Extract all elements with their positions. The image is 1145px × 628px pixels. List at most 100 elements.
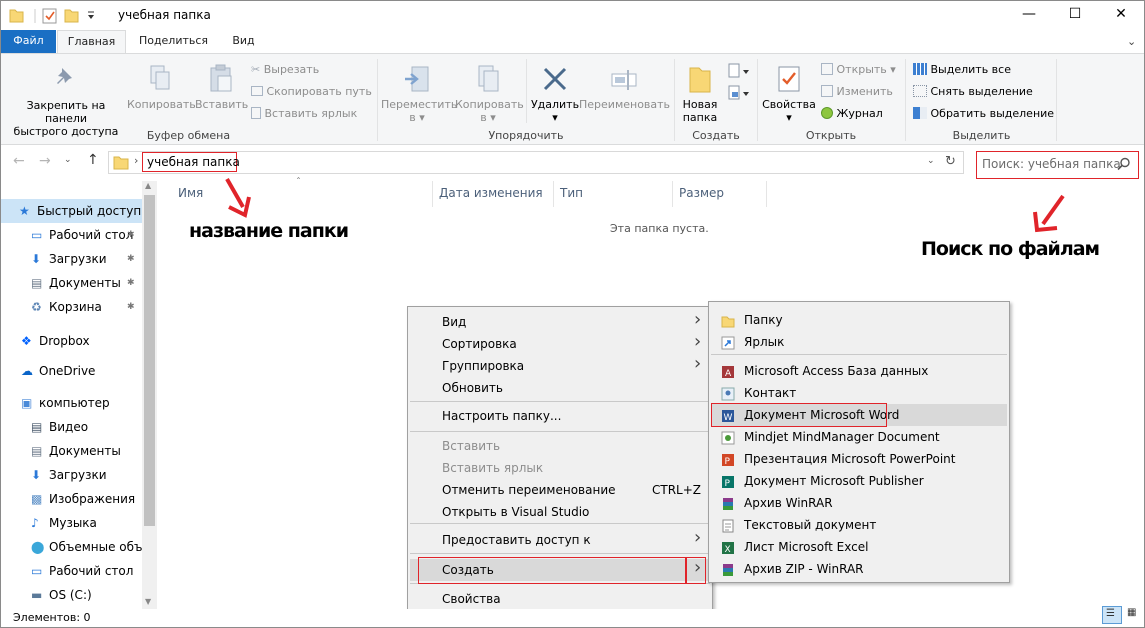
create-menu-item[interactable]: Контакт	[711, 382, 1007, 404]
context-menu-item[interactable]: Отменить переименование CTRL+Z	[410, 479, 710, 501]
select-all-button[interactable]: Выделить все	[913, 63, 1011, 77]
new-item-button[interactable]	[727, 62, 751, 83]
create-menu-item[interactable]: P Презентация Microsoft PowerPoint	[711, 448, 1007, 470]
column-separator[interactable]	[766, 181, 767, 207]
easy-access-button[interactable]	[727, 84, 751, 105]
maximize-button[interactable]: ☐	[1052, 1, 1098, 30]
copy-path-button[interactable]: Скопировать путь	[251, 85, 372, 99]
context-menu-item[interactable]: Вид ›	[410, 309, 710, 333]
ribbon-expand-icon[interactable]: ⌄	[1127, 35, 1136, 48]
sidebar-item[interactable]: ▤ Видео	[1, 415, 142, 439]
properties-button[interactable]: Свойства ▾	[761, 64, 817, 124]
tab-file[interactable]: Файл	[1, 30, 56, 53]
large-icons-view-button[interactable]: ▦	[1124, 606, 1142, 624]
sidebar-item[interactable]: ▭ Рабочий стол ✱	[1, 223, 142, 247]
context-menu-item[interactable]: Открыть в Visual Studio	[410, 501, 710, 523]
address-dropdown-icon[interactable]: ⌄	[927, 156, 935, 166]
create-menu-item[interactable]: Архив ZIP - WinRAR	[711, 558, 1007, 580]
sidebar-item[interactable]: ▩ Изображения	[1, 487, 142, 511]
breadcrumb-current[interactable]: учебная папка	[147, 155, 240, 169]
new-folder-icon	[689, 67, 711, 93]
sidebar-item[interactable]: ♻ Корзина ✱	[1, 295, 142, 319]
context-menu-item[interactable]: Настроить папку...	[410, 405, 710, 427]
column-name[interactable]: Имя	[178, 186, 203, 200]
create-menu-item[interactable]: Архив WinRAR	[711, 492, 1007, 514]
column-separator[interactable]	[672, 181, 673, 207]
sidebar-item[interactable]: ⬇ Загрузки ✱	[1, 247, 142, 271]
edit-button[interactable]: Изменить	[821, 85, 893, 99]
minimize-button[interactable]: —	[1006, 1, 1052, 30]
create-menu-item[interactable]: A Microsoft Access База данных	[711, 360, 1007, 382]
sidebar-item[interactable]: ▣ компьютер	[1, 391, 142, 415]
pin-icon[interactable]: ✱	[127, 271, 135, 295]
up-icon[interactable]: ↑	[87, 152, 99, 168]
tab-home[interactable]: Главная	[57, 30, 126, 53]
create-menu-item[interactable]: P Документ Microsoft Publisher	[711, 470, 1007, 492]
delete-button[interactable]: Удалить ▾	[529, 64, 581, 124]
cut-button[interactable]: ✂ Вырезать	[251, 63, 319, 77]
context-menu-item[interactable]: Сортировка ›	[410, 331, 710, 355]
sidebar-item-label: Загрузки	[49, 468, 107, 482]
recent-locations-icon[interactable]: ⌄	[64, 155, 72, 165]
sidebar-item[interactable]: ★ Быстрый доступ	[1, 199, 142, 223]
close-button[interactable]: ✕	[1098, 1, 1144, 30]
pin-icon[interactable]: ✱	[127, 247, 135, 271]
create-menu-item[interactable]: Ярлык	[711, 331, 1007, 353]
properties-qa-icon[interactable]	[42, 8, 57, 24]
scroll-down-icon[interactable]: ▼	[145, 597, 151, 606]
address-bar[interactable]: › учебная папка ⌄ ↻	[108, 151, 964, 174]
context-menu-item[interactable]: Свойства	[410, 588, 710, 610]
rename-button[interactable]: Переименовать	[579, 64, 670, 111]
copy-button[interactable]: Копировать	[127, 64, 196, 111]
column-size[interactable]: Размер	[679, 186, 724, 200]
details-view-button[interactable]: ☰	[1102, 606, 1122, 624]
create-menu-item[interactable]: Текстовый документ	[711, 514, 1007, 536]
tab-share[interactable]: Поделиться	[131, 30, 216, 53]
sidebar-item[interactable]: ▭ Рабочий стол	[1, 559, 142, 583]
sidebar-item[interactable]: ⬇ Загрузки	[1, 463, 142, 487]
column-separator[interactable]	[553, 181, 554, 207]
paste-shortcut-button[interactable]: Вставить ярлык	[251, 107, 357, 121]
sidebar-item[interactable]: ▬ OS (C:)	[1, 583, 142, 607]
new-folder-button[interactable]: Новая папка	[677, 64, 723, 124]
tab-view[interactable]: Вид	[221, 30, 266, 53]
navigation-scrollbar[interactable]: ▲ ▼	[142, 181, 157, 611]
sidebar-item[interactable]: ▤ Документы	[1, 439, 142, 463]
breadcrumb-chevron-icon[interactable]: ›	[134, 154, 138, 167]
search-box[interactable]: Поиск: учебная папка	[976, 151, 1139, 179]
search-icon[interactable]	[1117, 157, 1131, 171]
search-input[interactable]: Поиск: учебная папка	[982, 157, 1121, 171]
sidebar-item[interactable]: ☁ OneDrive	[1, 359, 142, 383]
select-none-button[interactable]: Снять выделение	[913, 85, 1033, 99]
forward-icon[interactable]: →	[39, 153, 51, 169]
create-menu-item[interactable]: Mindjet MindManager Document	[711, 426, 1007, 448]
sidebar-item-label: Рабочий стол	[49, 564, 134, 578]
copy-to-button[interactable]: Копировать в ▾	[455, 64, 524, 124]
sidebar-item[interactable]: ❖ Dropbox	[1, 329, 142, 353]
history-button[interactable]: Журнал	[821, 107, 883, 121]
new-folder-qa-icon[interactable]	[64, 9, 79, 23]
context-menu-item[interactable]: Обновить	[410, 377, 710, 399]
move-to-button[interactable]: Переместить в ▾	[381, 64, 457, 124]
create-menu-item[interactable]: X Лист Microsoft Excel	[711, 536, 1007, 558]
column-separator[interactable]	[432, 181, 433, 207]
column-date-modified[interactable]: Дата изменения	[439, 186, 543, 200]
create-menu-item[interactable]: Папку	[711, 309, 1007, 331]
paste-button[interactable]: Вставить	[195, 64, 248, 111]
column-type[interactable]: Тип	[560, 186, 583, 200]
invert-selection-button[interactable]: Обратить выделение	[913, 107, 1054, 121]
sidebar-item[interactable]: ♪ Музыка	[1, 511, 142, 535]
back-icon[interactable]: ←	[13, 153, 25, 169]
qa-dropdown-icon[interactable]	[88, 11, 94, 19]
pin-quick-access-button[interactable]: Закрепить на панели быстрого доступа	[5, 64, 127, 138]
sidebar-item[interactable]: ⬤ Объемные объ	[1, 535, 142, 559]
pin-icon[interactable]: ✱	[127, 223, 135, 247]
sidebar-item[interactable]: ▤ Документы ✱	[1, 271, 142, 295]
refresh-icon[interactable]: ↻	[945, 154, 956, 169]
pin-icon[interactable]: ✱	[127, 295, 135, 319]
context-menu-item[interactable]: Группировка ›	[410, 353, 710, 377]
scroll-up-icon[interactable]: ▲	[145, 181, 151, 190]
scrollbar-thumb[interactable]	[144, 195, 155, 526]
open-button[interactable]: Открыть ▾	[821, 63, 896, 77]
context-menu-item[interactable]: Предоставить доступ к ›	[410, 527, 710, 551]
